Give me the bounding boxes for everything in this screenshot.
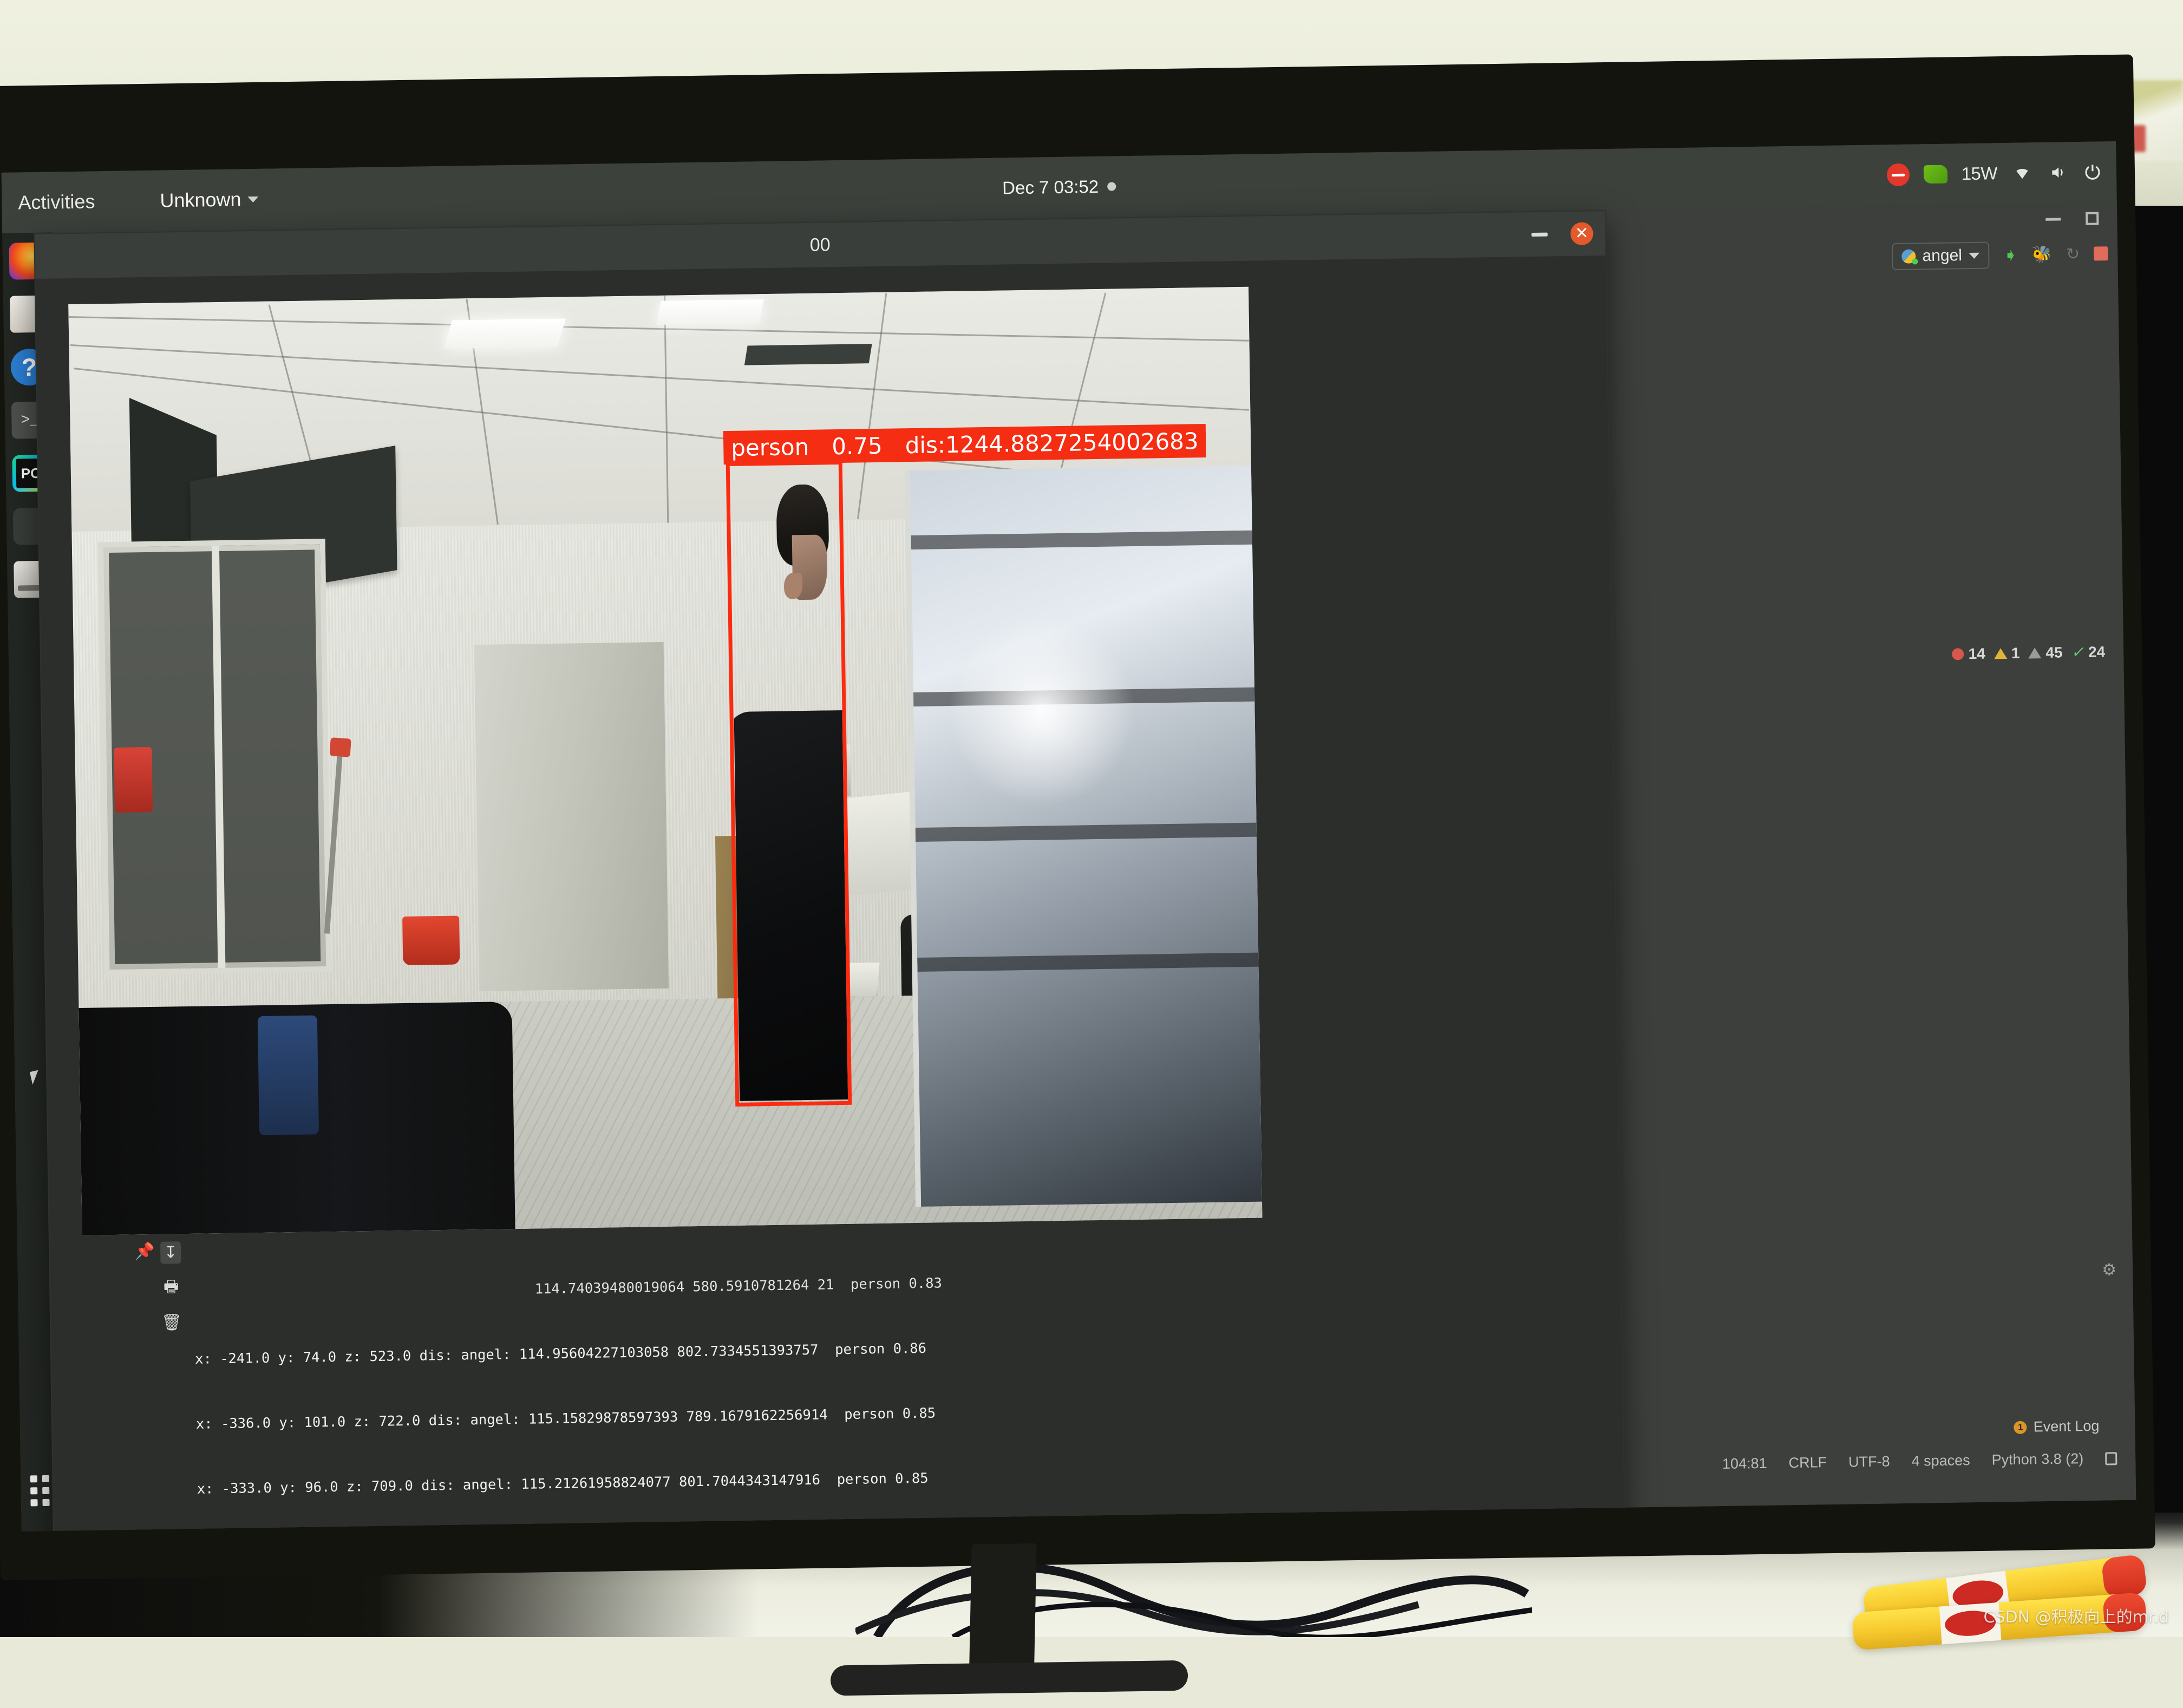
monitor-stand-neck (969, 1543, 1037, 1680)
trash-icon[interactable]: 🗑 (161, 1313, 182, 1332)
ide-status-bar: 104:81 CRLF UTF-8 4 spaces Python 3.8 (2… (1722, 1450, 2136, 1473)
line-separator[interactable]: CRLF (1788, 1454, 1827, 1471)
run-configuration-selector[interactable]: angel (1892, 241, 1989, 270)
red-bucket (402, 916, 460, 966)
clock-label: Dec 7 03:52 (1002, 176, 1099, 199)
chevron-down-icon (1969, 252, 1979, 258)
error-icon (1952, 648, 1964, 660)
inspection-widget[interactable]: 14 1 45 ✓ 24 (1952, 643, 2105, 663)
watermark: CSDN @积极向上的mr.d (1984, 1604, 2169, 1627)
cv-window-title: 00 (810, 234, 831, 256)
detection-distance: dis:1244.8827254002683 (905, 428, 1199, 459)
console-output: 114.74039480019064 580.5910781264 21 per… (193, 1216, 1592, 1532)
lock-icon[interactable] (2105, 1452, 2117, 1465)
pin-icon[interactable]: 📌 (134, 1242, 155, 1261)
volume-icon[interactable] (2047, 163, 2069, 181)
glass-shelf-unit (98, 539, 332, 975)
indent-setting[interactable]: 4 spaces (1911, 1452, 1970, 1470)
run-icon[interactable]: ➧ (2003, 246, 2018, 264)
event-log-badge: 1 (2014, 1421, 2027, 1434)
stop-icon[interactable] (2094, 246, 2108, 260)
caret-position[interactable]: 104:81 (1722, 1455, 1767, 1473)
console-line: 114.74039480019064 580.5910781264 21 per… (194, 1263, 1588, 1305)
ide-run-toolbar[interactable]: angel ➧ 🐝 ↻ (1892, 240, 2108, 270)
monitor-stand-base (831, 1660, 1188, 1696)
wifi-icon[interactable] (2011, 164, 2033, 182)
shelf-red-item (114, 747, 153, 813)
screen-glare (946, 614, 1137, 809)
system-status-area[interactable]: 15W (1886, 160, 2102, 186)
weak-warning-count: 45 (2028, 644, 2063, 662)
error-count-label: 14 (1968, 645, 1985, 662)
cv-window-controls[interactable]: ✕ (1531, 211, 1593, 257)
event-log-label: Event Log (2034, 1418, 2100, 1436)
event-log-button[interactable]: 1 Event Log (2014, 1418, 2100, 1436)
console-line: x: -333.0 y: 96.0 z: 709.0 dis: angel: 1… (197, 1458, 1591, 1500)
error-count: 14 (1952, 645, 1985, 663)
ceiling-light (656, 299, 764, 325)
room-partition (474, 642, 669, 991)
foreground-chair (79, 1002, 515, 1235)
detection-label: person 0.75 dis:1244.8827254002683 (723, 424, 1206, 464)
ok-count: ✓ 24 (2071, 643, 2105, 661)
debug-icon[interactable]: 🐝 (2031, 245, 2052, 264)
weak-warning-icon (2028, 647, 2041, 658)
warning-icon (1994, 648, 2007, 659)
console-toolbar-left[interactable]: 📌 (115, 1242, 151, 1261)
console-toolbar-right[interactable]: ↧ 🖶 🗑 (153, 1241, 189, 1332)
ceiling-vent (744, 344, 872, 365)
screen: Activities Unknown Dec 7 03:52 15W (2, 141, 2136, 1532)
maximize-icon[interactable] (2086, 212, 2099, 225)
console-side-tabs[interactable]: 7: Structure ★ 2: Favorites (82, 1238, 119, 1532)
gear-icon[interactable]: ⚙ (2102, 1260, 2116, 1279)
weak-warning-count-label: 45 (2045, 644, 2063, 661)
python-config-icon (1901, 249, 1916, 263)
monitor: Activities Unknown Dec 7 03:52 15W (0, 54, 2155, 1580)
notification-dot-icon (1107, 182, 1116, 191)
ceiling-light (443, 318, 566, 348)
do-not-disturb-icon[interactable] (1886, 163, 1910, 187)
clock[interactable]: Dec 7 03:52 (1002, 176, 1116, 198)
app-menu-label: Unknown (160, 188, 241, 212)
camera-video-frame: person 0.75 dis:1244.8827254002683 (68, 287, 1262, 1235)
cv-output-window: 00 ✕ (35, 211, 1625, 1532)
ok-count-label: 24 (2088, 643, 2106, 660)
glue-stick-cap (2101, 1554, 2147, 1599)
minimize-icon[interactable] (1532, 232, 1548, 236)
right-display-reflection (905, 466, 1262, 1207)
app-menu-button[interactable]: Unknown (160, 188, 259, 212)
gpu-power-label: 15W (1961, 163, 1997, 184)
power-icon[interactable] (2083, 163, 2102, 181)
detection-class-label: person (731, 433, 809, 461)
soft-wrap-icon[interactable]: ↧ (160, 1241, 181, 1264)
rerun-icon[interactable]: ↻ (2066, 244, 2080, 263)
activities-button[interactable]: Activities (18, 190, 95, 214)
console-line: x: -241.0 y: 74.0 z: 523.0 dis: angel: 1… (195, 1328, 1589, 1370)
console-line: x: -336.0 y: 101.0 z: 722.0 dis: angel: … (196, 1393, 1590, 1435)
file-encoding[interactable]: UTF-8 (1848, 1453, 1890, 1470)
nvidia-icon[interactable] (1923, 165, 1947, 184)
detection-bounding-box (726, 461, 852, 1107)
warning-count: 1 (1994, 644, 2020, 662)
warning-count-label: 1 (2011, 644, 2020, 662)
chevron-down-icon (247, 196, 258, 202)
print-icon[interactable]: 🖶 (164, 1274, 179, 1302)
run-configuration-label: angel (1922, 246, 1962, 265)
check-icon: ✓ (2071, 643, 2084, 661)
blue-cloth (258, 1015, 319, 1135)
minimize-icon[interactable] (2045, 218, 2061, 220)
close-icon[interactable]: ✕ (1570, 222, 1593, 245)
detection-confidence: 0.75 (832, 432, 883, 459)
python-interpreter[interactable]: Python 3.8 (2) (1991, 1450, 2083, 1469)
run-console-panel: 7: Structure ★ 2: Favorites 📌 ↧ 🖶 🗑 (82, 1216, 1592, 1532)
